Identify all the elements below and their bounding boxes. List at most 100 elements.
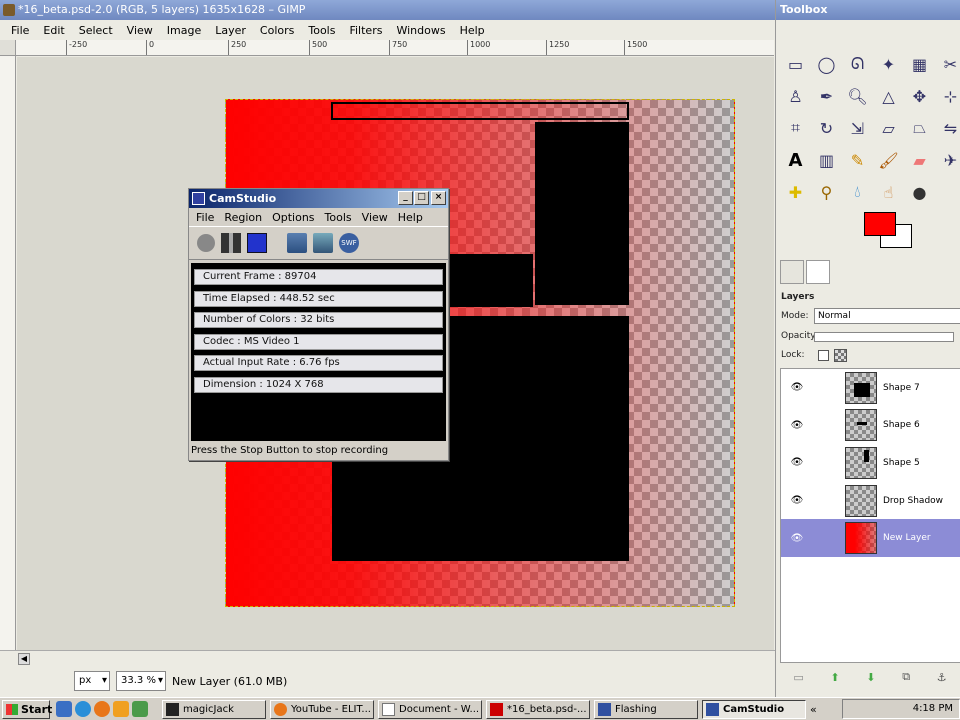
smudge-icon[interactable]: ☝: [873, 176, 904, 208]
mode-select[interactable]: Normal: [814, 308, 960, 324]
tab-layers[interactable]: [806, 260, 830, 284]
scroll-left-icon[interactable]: ◀: [18, 653, 30, 665]
heal-icon[interactable]: ✚: [780, 176, 811, 208]
cam-menu-options[interactable]: Options: [267, 211, 319, 224]
task-document[interactable]: Document - W...: [378, 699, 482, 719]
annotation-icon[interactable]: [313, 233, 333, 253]
lower-layer-icon[interactable]: ⬇: [866, 671, 875, 684]
tray-expand-icon[interactable]: «: [810, 703, 817, 716]
rect-select-icon[interactable]: ▭: [780, 48, 811, 80]
region-icon[interactable]: [287, 233, 307, 253]
close-button[interactable]: ×: [431, 191, 446, 205]
menu-select[interactable]: Select: [72, 24, 120, 37]
align-icon[interactable]: ⊹: [935, 80, 960, 112]
vertical-ruler[interactable]: [0, 56, 16, 650]
ellipse-select-icon[interactable]: ◯: [811, 48, 842, 80]
menu-help[interactable]: Help: [453, 24, 492, 37]
clone-icon[interactable]: ⚲: [811, 176, 842, 208]
pause-icon[interactable]: [221, 233, 241, 253]
record-icon[interactable]: [197, 234, 215, 252]
task-camstudio[interactable]: CamStudio: [702, 699, 806, 719]
lock-pixels-checkbox[interactable]: [818, 350, 829, 361]
eye-icon[interactable]: 👁︎: [785, 420, 809, 431]
eye-icon[interactable]: 👁︎: [785, 495, 809, 506]
crop-icon[interactable]: ⌗: [780, 112, 811, 144]
paintbrush-icon[interactable]: 🖌︎: [873, 144, 904, 176]
maximize-button[interactable]: □: [414, 191, 429, 205]
menu-layer[interactable]: Layer: [208, 24, 253, 37]
shear-icon[interactable]: ▱: [873, 112, 904, 144]
menu-windows[interactable]: Windows: [389, 24, 452, 37]
horizontal-ruler[interactable]: -250 0 250 500 750 1000 1250 1500: [16, 40, 774, 56]
cam-menu-help[interactable]: Help: [393, 211, 428, 224]
eye-icon[interactable]: 👁︎: [785, 533, 809, 544]
scissors-icon[interactable]: ✂: [935, 48, 960, 80]
tab-tool-options[interactable]: [780, 260, 804, 284]
media-icon[interactable]: [113, 701, 129, 717]
flip-icon[interactable]: ⇋: [935, 112, 960, 144]
new-layer-icon[interactable]: ▭: [793, 671, 803, 684]
firefox-icon[interactable]: [94, 701, 110, 717]
menu-colors[interactable]: Colors: [253, 24, 301, 37]
clock[interactable]: 4:18 PM: [913, 703, 953, 714]
ruler-corner[interactable]: [0, 40, 16, 56]
airbrush-icon[interactable]: ✈: [935, 144, 960, 176]
blur-icon[interactable]: 💧︎: [842, 176, 873, 208]
lock-alpha-icon[interactable]: [834, 349, 847, 362]
bucket-fill-icon[interactable]: ▥: [811, 144, 842, 176]
start-button[interactable]: Start: [2, 699, 52, 719]
menu-image[interactable]: Image: [160, 24, 208, 37]
unit-select[interactable]: px: [74, 671, 110, 691]
eraser-icon[interactable]: ▰: [904, 144, 935, 176]
scale-icon[interactable]: ⇲: [842, 112, 873, 144]
magnify-icon[interactable]: 🔍︎: [842, 80, 873, 112]
raise-layer-icon[interactable]: ⬆: [830, 671, 839, 684]
menu-filters[interactable]: Filters: [342, 24, 389, 37]
task-flashing[interactable]: Flashing: [594, 699, 698, 719]
color-swatches[interactable]: [860, 210, 916, 250]
layer-row-selected[interactable]: 👁︎ New Layer: [781, 519, 960, 557]
move-icon[interactable]: ✥: [904, 80, 935, 112]
camstudio-titlebar[interactable]: CamStudio _ □ ×: [189, 189, 448, 208]
anchor-layer-icon[interactable]: ⚓: [937, 671, 947, 684]
horizontal-scrollbar[interactable]: ◀: [0, 650, 775, 666]
fuzzy-select-icon[interactable]: ✦: [873, 48, 904, 80]
layer-row[interactable]: 👁︎ Shape 5: [781, 444, 960, 482]
toolbox-titlebar[interactable]: Toolbox: [776, 0, 960, 20]
desktop-icon[interactable]: [56, 701, 72, 717]
cam-menu-tools[interactable]: Tools: [320, 211, 357, 224]
menu-file[interactable]: File: [4, 24, 36, 37]
layer-row[interactable]: 👁︎ Shape 7: [781, 369, 960, 407]
task-magicjack[interactable]: magicJack: [162, 699, 266, 719]
menu-view[interactable]: View: [120, 24, 160, 37]
pencil-icon[interactable]: ✎: [842, 144, 873, 176]
zoom-select[interactable]: 33.3 %: [116, 671, 166, 691]
foreground-select-icon[interactable]: ♙: [780, 80, 811, 112]
paths-icon[interactable]: ✒: [811, 80, 842, 112]
duplicate-layer-icon[interactable]: ⧉: [902, 670, 910, 684]
rotate-icon[interactable]: ↻: [811, 112, 842, 144]
cam-menu-view[interactable]: View: [357, 211, 393, 224]
swf-icon[interactable]: SWF: [339, 233, 359, 253]
task-youtube[interactable]: YouTube - ELIT...: [270, 699, 374, 719]
opacity-slider[interactable]: [814, 332, 954, 342]
app-icon[interactable]: [132, 701, 148, 717]
minimize-button[interactable]: _: [398, 191, 413, 205]
perspective-icon[interactable]: ⏢: [904, 112, 935, 144]
menu-edit[interactable]: Edit: [36, 24, 71, 37]
stop-icon[interactable]: [247, 233, 267, 253]
text-icon[interactable]: A: [780, 144, 811, 176]
color-select-icon[interactable]: ▦: [904, 48, 935, 80]
menu-tools[interactable]: Tools: [301, 24, 342, 37]
layer-row[interactable]: 👁︎ Shape 6: [781, 407, 960, 445]
eye-icon[interactable]: 👁︎: [785, 457, 809, 468]
gimp-titlebar[interactable]: *16_beta.psd-2.0 (RGB, 5 layers) 1635x16…: [0, 0, 775, 20]
cam-menu-file[interactable]: File: [191, 211, 219, 224]
layer-row[interactable]: 👁︎ Drop Shadow: [781, 482, 960, 520]
eye-icon[interactable]: 👁︎: [785, 382, 809, 393]
task-gimp[interactable]: *16_beta.psd-...: [486, 699, 590, 719]
free-select-icon[interactable]: ᘏ: [842, 48, 873, 80]
cam-menu-region[interactable]: Region: [219, 211, 267, 224]
ie-icon[interactable]: [75, 701, 91, 717]
measure-icon[interactable]: △: [873, 80, 904, 112]
